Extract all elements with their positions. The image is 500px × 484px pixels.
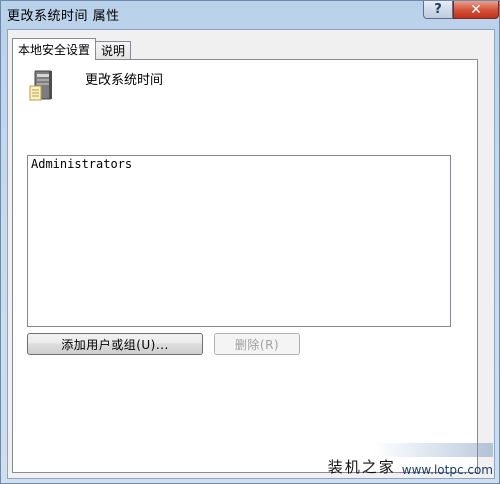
close-button[interactable]: ✕ bbox=[453, 1, 499, 19]
tab-local-security-setting[interactable]: 本地安全设置 bbox=[12, 38, 97, 60]
title-bar[interactable]: 更改系统时间 属性 ? ✕ bbox=[1, 1, 499, 27]
remove-button[interactable]: 删除(R) bbox=[214, 333, 300, 355]
watermark-url: www.lotpc.com bbox=[401, 463, 493, 477]
title-buttons: ? ✕ bbox=[423, 1, 499, 19]
watermark: 装机之家 www.lotpc.com bbox=[328, 456, 493, 477]
tab-strip: 本地安全设置 说明 bbox=[12, 38, 132, 60]
help-button[interactable]: ? bbox=[423, 1, 453, 19]
user-group-list[interactable]: Administrators bbox=[27, 155, 451, 327]
window-title: 更改系统时间 属性 bbox=[7, 9, 120, 24]
policy-title: 更改系统时间 bbox=[85, 73, 164, 88]
help-icon: ? bbox=[434, 2, 442, 17]
watermark-decoration bbox=[373, 443, 493, 457]
add-user-or-group-button[interactable]: 添加用户或组(U)... bbox=[27, 333, 203, 355]
close-icon: ✕ bbox=[470, 1, 482, 18]
properties-dialog: 更改系统时间 属性 ? ✕ 本地安全设置 说明 更改系统时间 Administr… bbox=[0, 0, 500, 484]
tab-explain[interactable]: 说明 bbox=[95, 41, 132, 60]
watermark-name: 装机之家 bbox=[327, 458, 396, 476]
server-computer-icon bbox=[29, 70, 52, 101]
tab-panel: 更改系统时间 Administrators 添加用户或组(U)... 删除(R) bbox=[12, 59, 478, 473]
list-item[interactable]: Administrators bbox=[31, 157, 132, 171]
dialog-client-area: 本地安全设置 说明 更改系统时间 Administrators 添加用户或组(U… bbox=[7, 29, 495, 479]
